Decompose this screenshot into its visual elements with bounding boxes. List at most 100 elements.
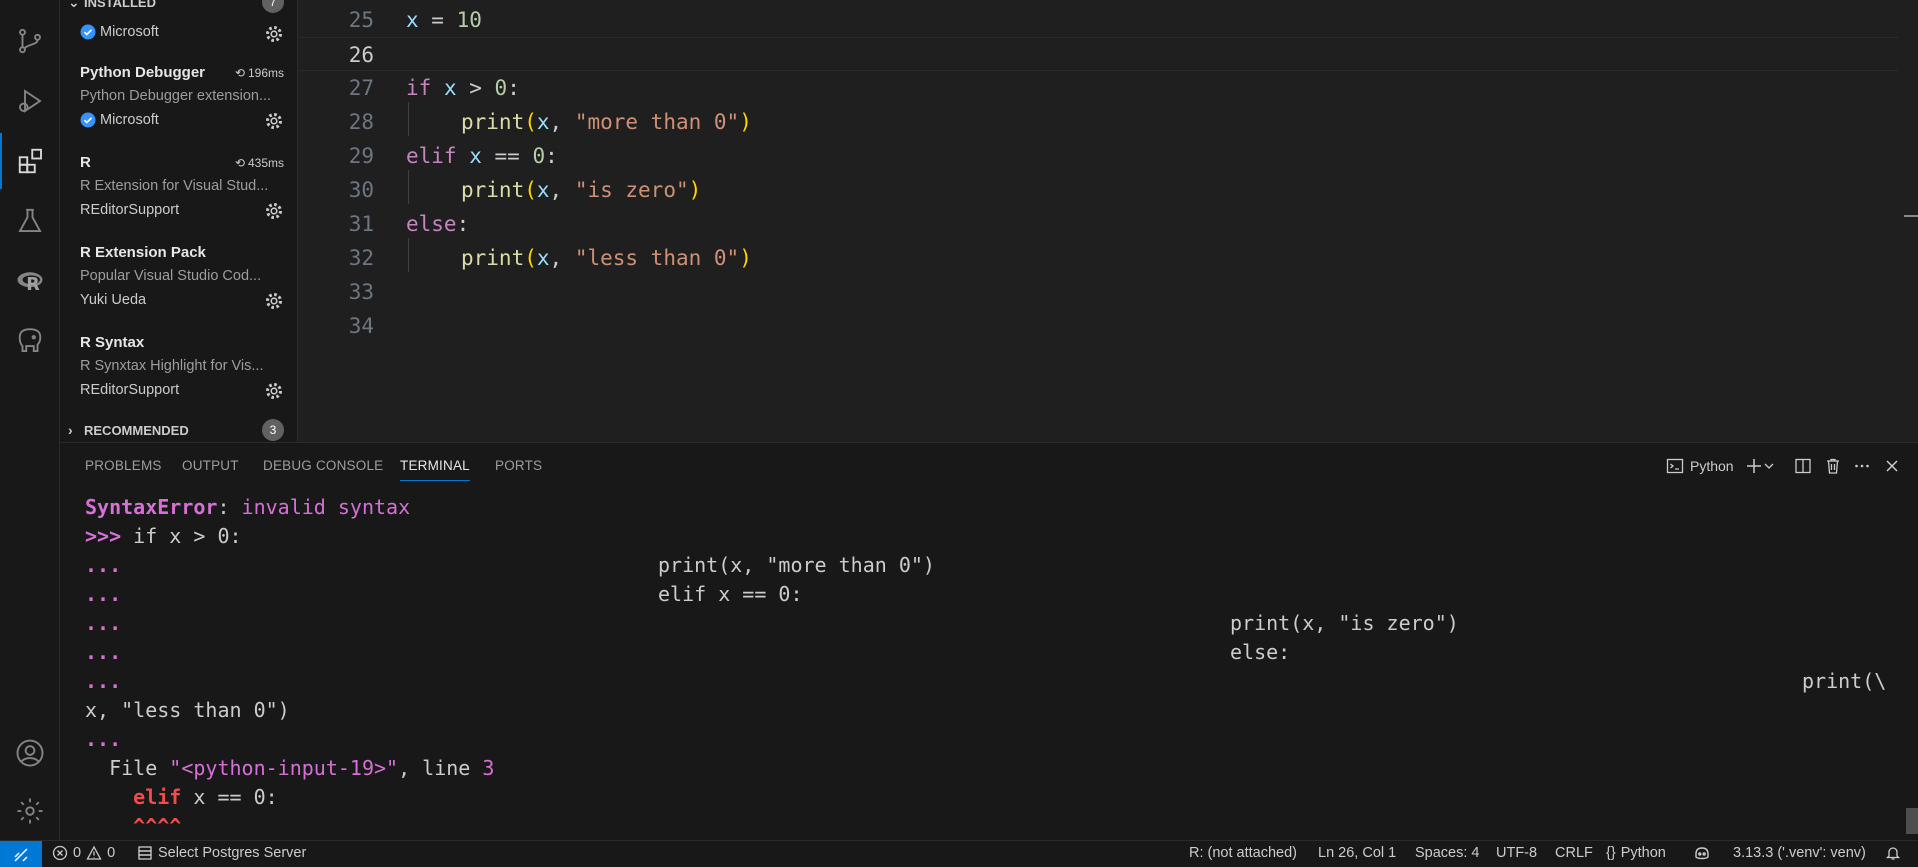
code-line[interactable]: 28 print(x, "more than 0")	[298, 105, 1898, 139]
r-session-status[interactable]: R: (not attached)	[1189, 845, 1297, 861]
extension-description: Python Debugger extension...	[80, 88, 272, 104]
terminal-prompt: ...	[85, 611, 122, 635]
postgres-elephant-icon[interactable]	[0, 313, 60, 369]
activation-time: 196ms	[247, 66, 284, 80]
code-token: x	[536, 110, 550, 134]
code-token: else	[406, 212, 457, 236]
code-line-current[interactable]: 26	[298, 37, 1898, 71]
split-terminal-button[interactable]	[1794, 455, 1812, 477]
line-number: 26	[348, 43, 374, 67]
encoding-status[interactable]: UTF-8	[1496, 845, 1537, 861]
extension-settings-gear-icon[interactable]	[264, 111, 284, 131]
extension-description: R Extension for Visual Stud...	[80, 178, 269, 194]
extension-publisher: REditorSupport	[80, 382, 180, 398]
language-mode-status[interactable]: {} Python	[1606, 845, 1666, 861]
code-token: (	[524, 246, 537, 270]
kill-terminal-button[interactable]	[1824, 455, 1842, 477]
terminal-profile-selector[interactable]: Python	[1666, 455, 1734, 477]
code-token: 10	[456, 8, 482, 32]
code-line[interactable]: 30 print(x, "is zero")	[298, 173, 1898, 207]
cursor-position-status[interactable]: Ln 26, Col 1	[1318, 845, 1396, 861]
terminal-line: print(x, "is zero")	[1230, 611, 1459, 635]
extension-item-partial[interactable]: Microsoft	[60, 0, 297, 74]
extensions-sidebar: ⌄ INSTALLED 7 Microsoft Python Debugger …	[60, 0, 298, 442]
terminal-prompt: ...	[85, 669, 122, 693]
extension-item-python-debugger[interactable]: Python Debugger ⟲ 196ms Python Debugger e…	[60, 64, 297, 154]
code-token: >	[456, 76, 495, 100]
code-token: 0	[532, 144, 546, 168]
terminal-profile-label: Python	[1690, 458, 1734, 474]
code-line[interactable]: 27 if x > 0:	[298, 71, 1898, 105]
terminal-line: x, "less than 0")	[85, 698, 290, 722]
remote-indicator-button[interactable]	[0, 841, 42, 867]
indentation-status[interactable]: Spaces: 4	[1415, 845, 1480, 861]
run-debug-icon[interactable]	[0, 73, 60, 129]
extension-settings-gear-icon[interactable]	[264, 24, 284, 44]
tab-ports[interactable]: PORTS	[495, 458, 542, 473]
tab-output[interactable]: OUTPUT	[182, 458, 239, 473]
new-terminal-button[interactable]	[1745, 455, 1775, 477]
terminal-line: SyntaxError: invalid syntax	[85, 493, 410, 522]
terminal-line: File "<python-input-19>", line 3	[85, 754, 494, 783]
remote-icon	[14, 847, 28, 862]
verified-badge-icon	[80, 24, 96, 40]
extension-settings-gear-icon[interactable]	[264, 201, 284, 221]
code-line[interactable]: 31 else:	[298, 207, 1898, 241]
terminal-line: print(x, "more than 0")	[658, 553, 935, 577]
code-line[interactable]: 32 print(x, "less than 0")	[298, 241, 1898, 275]
code-line[interactable]: 29 elif x == 0:	[298, 139, 1898, 173]
extension-name: R Syntax	[80, 334, 145, 351]
terminal-scrollbar[interactable]	[1906, 808, 1918, 834]
terminal-token: invalid syntax	[241, 495, 411, 519]
extension-settings-gear-icon[interactable]	[264, 381, 284, 401]
notifications-bell-icon[interactable]	[1885, 845, 1901, 861]
manage-gear-icon[interactable]	[0, 783, 60, 839]
testing-flask-icon[interactable]	[0, 193, 60, 249]
terminal-prompt: >>>	[85, 524, 122, 548]
recommended-label: RECOMMENDED	[84, 422, 189, 438]
code-token: x	[536, 246, 550, 270]
python-interpreter-status[interactable]: 3.13.3 ('.venv': venv)	[1733, 845, 1866, 861]
extension-settings-gear-icon[interactable]	[264, 291, 284, 311]
copilot-status[interactable]	[1694, 845, 1710, 861]
history-icon: ⟲	[234, 156, 245, 170]
problems-status[interactable]: 0 0	[52, 845, 115, 861]
code-line[interactable]: 25 x = 10	[298, 3, 1898, 37]
activity-bar: R	[0, 0, 60, 840]
more-actions-button[interactable]	[1853, 455, 1871, 477]
source-control-icon[interactable]	[0, 13, 60, 69]
close-panel-button[interactable]	[1883, 455, 1901, 477]
tab-debug-console[interactable]: DEBUG CONSOLE	[263, 458, 383, 473]
code-line[interactable]: 33	[298, 275, 1898, 309]
terminal-token: :	[217, 495, 242, 519]
line-number: 25	[348, 8, 374, 32]
tab-problems[interactable]: PROBLEMS	[85, 458, 162, 473]
extension-item-r[interactable]: R ⟲ 435ms R Extension for Visual Stud... …	[60, 154, 297, 244]
extension-item-r-extension-pack[interactable]: R Extension Pack Popular Visual Studio C…	[60, 244, 297, 334]
split-icon	[1795, 458, 1811, 474]
code-token: x	[406, 8, 419, 32]
extension-item-r-syntax[interactable]: R Syntax R Synxtax Highlight for Vis... …	[60, 334, 297, 424]
error-icon	[52, 845, 68, 861]
r-language-icon[interactable]: R	[0, 253, 60, 309]
code-token: print	[461, 178, 525, 202]
language-label: Python	[1620, 845, 1666, 861]
tab-terminal[interactable]: TERMINAL	[400, 458, 470, 481]
code-editor[interactable]: 25 x = 10 26 27 if x > 0: 28 print(x, "m…	[298, 0, 1918, 442]
panel-tabs: PROBLEMS OUTPUT DEBUG CONSOLE TERMINAL P…	[60, 443, 1918, 487]
account-icon[interactable]	[0, 725, 60, 781]
line-number: 33	[348, 280, 374, 304]
recommended-section-header[interactable]: › RECOMMENDED 3	[60, 418, 297, 442]
extensions-icon[interactable]	[0, 133, 60, 189]
code-token: if	[406, 76, 432, 100]
terminal-token: , line	[398, 756, 483, 780]
postgres-server-status[interactable]: Select Postgres Server	[137, 845, 306, 861]
recommended-count-badge: 3	[262, 419, 284, 441]
code-token: print	[461, 110, 525, 134]
terminal-line: elif x == 0:	[85, 783, 278, 812]
ellipsis-icon	[1855, 464, 1869, 468]
eol-status[interactable]: CRLF	[1555, 845, 1593, 861]
line-number: 28	[348, 110, 374, 134]
code-line[interactable]: 34	[298, 309, 1898, 343]
code-token: x	[431, 76, 457, 100]
